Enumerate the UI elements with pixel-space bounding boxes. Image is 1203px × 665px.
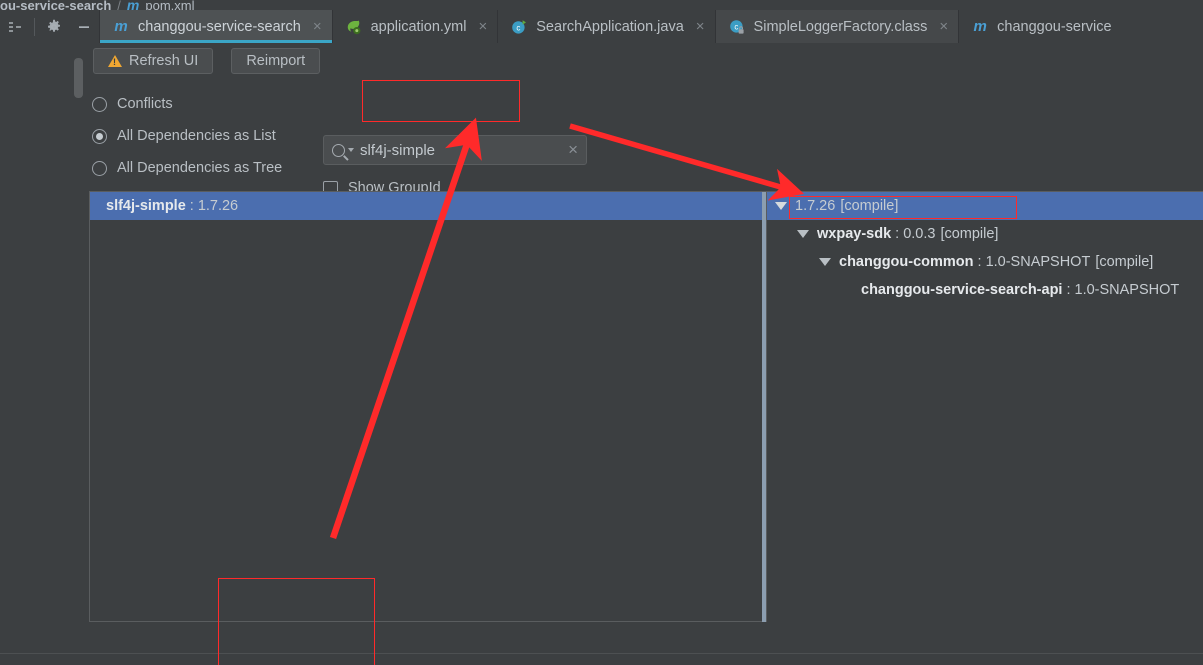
close-icon[interactable]: × <box>939 18 948 35</box>
tab-label: SearchApplication.java <box>536 18 684 35</box>
tree-row[interactable]: changgou-common : 1.0-SNAPSHOT [compile] <box>767 248 1203 276</box>
tab-simpleloggerfactory-class[interactable]: c SimpleLoggerFactory.class × <box>714 10 959 43</box>
tab-label: application.yml <box>370 18 467 35</box>
tab-application-yml[interactable]: application.yml × <box>331 10 498 43</box>
close-icon[interactable]: × <box>479 18 488 35</box>
artifact-scope: [compile] <box>1095 254 1154 270</box>
dependency-list-pane[interactable]: slf4j-simple : 1.7.26 <box>89 192 762 622</box>
refresh-ui-button[interactable]: Refresh UI <box>93 48 214 74</box>
artifact-name: changgou-service-search-api <box>861 282 1063 298</box>
editor-tab-bar: m changgou-service-search × application.… <box>0 10 1203 43</box>
artifact-version: 1.0-SNAPSHOT <box>985 254 1091 270</box>
svg-text:c: c <box>517 23 521 32</box>
toolbar-divider <box>34 17 35 36</box>
radio-icon <box>92 160 107 176</box>
tab-bar-tools <box>0 10 99 43</box>
panel-toolbar: Refresh UI Reimport <box>93 48 321 74</box>
radio-all-dependencies-as-list[interactable]: All Dependencies as List <box>92 120 282 152</box>
collapse-icon[interactable] <box>0 10 30 43</box>
dependency-tree-pane[interactable]: 1.7.26 [compile] wxpay-sdk : 0.0.3 [comp… <box>766 192 1203 622</box>
search-box-highlight <box>362 80 520 122</box>
maven-icon: m <box>114 18 128 35</box>
vertical-scrollbar[interactable] <box>74 58 83 98</box>
chevron-down-icon[interactable] <box>797 230 809 238</box>
gear-icon[interactable] <box>39 10 69 43</box>
separator: : <box>977 254 982 270</box>
yaml-spring-icon <box>345 18 363 36</box>
reimport-label: Reimport <box>246 53 306 69</box>
refresh-ui-label: Refresh UI <box>129 53 199 69</box>
tab-changgou-service-search[interactable]: m changgou-service-search × <box>99 10 332 43</box>
tab-changgou-service[interactable]: m changgou-service <box>958 10 1122 43</box>
status-bar <box>0 654 1203 665</box>
artifact-name: wxpay-sdk <box>817 226 892 242</box>
radio-icon-selected <box>92 128 107 144</box>
radio-all-dependencies-as-tree[interactable]: All Dependencies as Tree <box>92 152 282 184</box>
search-icon <box>332 143 345 157</box>
chevron-down-icon[interactable] <box>819 258 831 266</box>
tree-row[interactable]: wxpay-sdk : 0.0.3 [compile] <box>767 220 1203 248</box>
artifact-version: 1.0-SNAPSHOT <box>1074 282 1180 298</box>
search-input[interactable] <box>354 141 563 159</box>
artifact-version: 0.0.3 <box>903 226 936 242</box>
dependency-analyzer-tab-highlight <box>218 578 375 665</box>
clear-icon[interactable]: × <box>562 140 578 160</box>
tab-searchapplication-java[interactable]: c SearchApplication.java × <box>497 10 715 43</box>
view-options-group: Conflicts All Dependencies as List All D… <box>92 88 282 184</box>
artifact-name: slf4j-simple <box>106 198 186 214</box>
class-file-icon: c <box>728 18 746 36</box>
radio-icon <box>92 96 107 112</box>
dependency-split-view: slf4j-simple : 1.7.26 1.7.26 [compile] w… <box>89 191 1203 622</box>
tree-root-highlight <box>789 196 1017 219</box>
close-icon[interactable]: × <box>313 18 322 35</box>
artifact-name: changgou-common <box>839 254 974 270</box>
java-class-icon: c <box>510 18 528 36</box>
list-item[interactable]: slf4j-simple : 1.7.26 <box>90 192 762 220</box>
maven-icon: m <box>973 18 987 35</box>
separator: : <box>895 226 900 242</box>
reimport-button[interactable]: Reimport <box>231 48 321 74</box>
artifact-scope: [compile] <box>940 226 999 242</box>
ide-window: ou-service-search / m pom.xml m changgou… <box>0 0 1203 665</box>
maven-dependency-panel: Refresh UI Reimport Conflicts All Depend… <box>0 43 1203 665</box>
svg-text:c: c <box>734 22 738 31</box>
tab-label: changgou-service <box>997 18 1112 35</box>
radio-label: Conflicts <box>117 96 173 112</box>
radio-conflicts[interactable]: Conflicts <box>92 88 282 120</box>
tab-label: changgou-service-search <box>138 18 301 35</box>
warning-triangle-icon <box>108 55 122 67</box>
search-field[interactable]: × <box>323 135 587 165</box>
minus-icon[interactable] <box>69 10 99 43</box>
radio-label: All Dependencies as Tree <box>117 160 283 176</box>
radio-label: All Dependencies as List <box>117 128 276 144</box>
separator: : <box>1066 282 1071 298</box>
close-icon[interactable]: × <box>696 18 705 35</box>
tab-label: SimpleLoggerFactory.class <box>753 18 928 35</box>
artifact-version: 1.7.26 <box>197 198 239 214</box>
separator: : <box>189 198 194 214</box>
chevron-down-icon[interactable] <box>775 202 787 210</box>
tree-row[interactable]: changgou-service-search-api : 1.0-SNAPSH… <box>767 276 1203 304</box>
